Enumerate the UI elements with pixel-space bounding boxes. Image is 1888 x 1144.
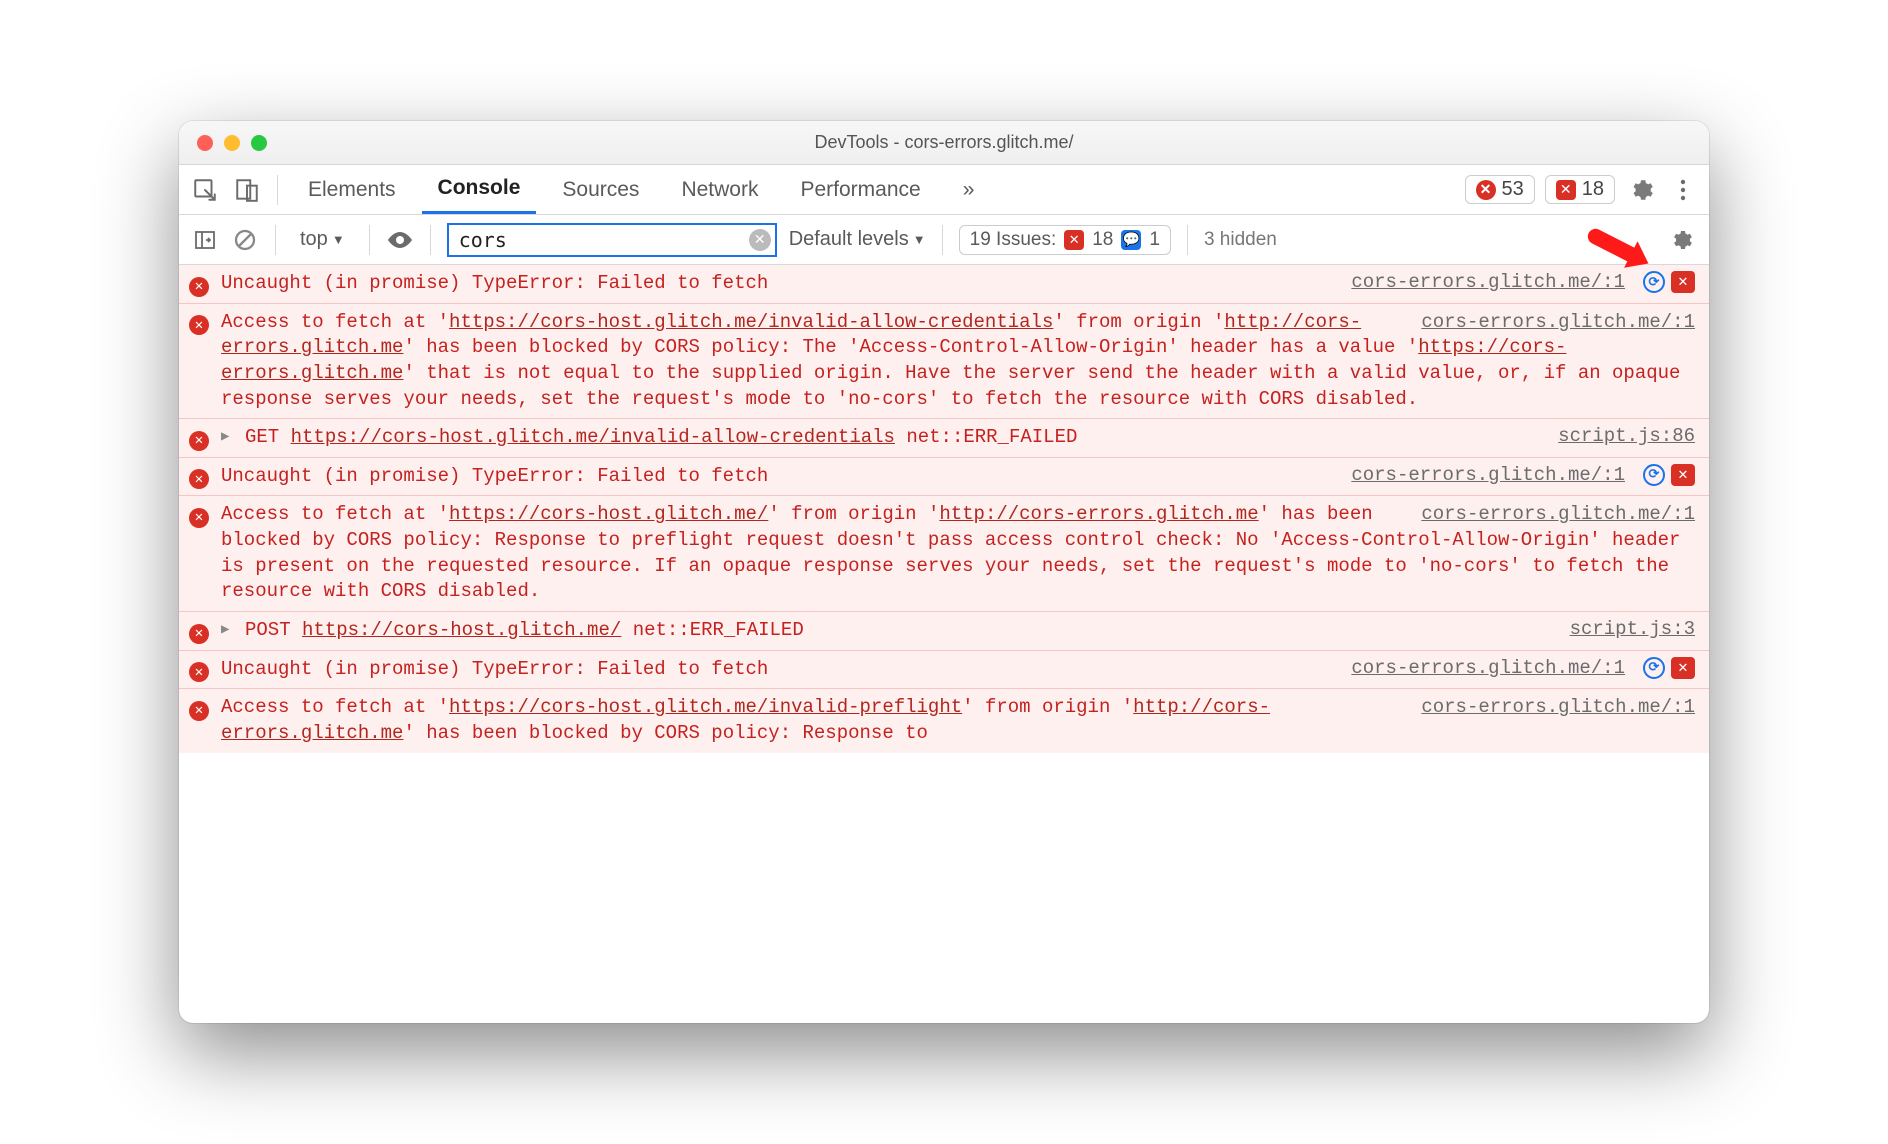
clear-filter-icon[interactable]: ✕ [749,229,771,251]
issues-count: 18 [1582,178,1604,201]
levels-label: Default levels [789,228,909,251]
main-toolbar: Elements Console Sources Network Perform… [179,165,1709,215]
source-link[interactable]: cors-errors.glitch.me/:1 [1421,310,1695,336]
console-row[interactable]: ✕ ▶ GET https://cors-host.glitch.me/inva… [179,419,1709,458]
error-icon: ✕ [189,428,211,451]
console-message: Uncaught (in promise) TypeError: Failed … [221,464,1325,490]
window-close-button[interactable] [197,135,213,151]
console-output: ✕ Uncaught (in promise) TypeError: Faile… [179,265,1709,1023]
window-minimize-button[interactable] [224,135,240,151]
issue-error-icon: ✕ [1064,230,1084,250]
tab-performance[interactable]: Performance [784,165,936,214]
separator [942,225,943,255]
dropdown-caret-icon: ▼ [332,232,345,247]
source-link[interactable]: script.js:86 [1558,425,1695,447]
devtools-window: DevTools - cors-errors.glitch.me/ Elemen… [179,121,1709,1023]
error-icon: ✕ [189,698,211,721]
error-icon: ✕ [189,313,211,336]
console-message: POST https://cors-host.glitch.me/ net::E… [245,618,1544,644]
source-link[interactable]: cors-errors.glitch.me/:1 [1351,464,1625,486]
context-label: top [300,228,328,251]
window-title: DevTools - cors-errors.glitch.me/ [179,132,1709,153]
issues-count-badge[interactable]: ✕ 18 [1545,175,1615,204]
tab-sources[interactable]: Sources [546,165,655,214]
console-row[interactable]: ✕ cors-errors.glitch.me/:1 Access to fet… [179,689,1709,752]
console-message: cors-errors.glitch.me/:1 Access to fetch… [221,310,1695,413]
filter-wrap: ✕ [447,223,777,257]
issues-errors-count: 18 [1092,229,1113,251]
expand-caret-icon[interactable]: ▶ [221,621,235,638]
console-settings-gear-icon[interactable] [1665,224,1697,256]
error-icon: ✕ [189,467,211,490]
window-maximize-button[interactable] [251,135,267,151]
log-levels-selector[interactable]: Default levels ▼ [789,228,926,251]
console-row[interactable]: ✕ cors-errors.glitch.me/:1 Access to fet… [179,304,1709,420]
tab-elements[interactable]: Elements [292,165,412,214]
error-count: 53 [1502,178,1524,201]
device-toggle-icon[interactable] [231,174,263,206]
kebab-menu-icon[interactable] [1667,174,1699,206]
separator [277,175,278,205]
more-tabs-button[interactable]: » [947,165,991,214]
live-expression-eye-icon[interactable] [386,226,414,254]
issue-link-icon[interactable]: ✕ [1671,271,1695,293]
console-message: Uncaught (in promise) TypeError: Failed … [221,271,1325,297]
error-count-badge[interactable]: ✕ 53 [1465,175,1535,204]
issue-icon: ✕ [1556,180,1576,200]
context-selector[interactable]: top ▼ [292,228,353,251]
error-icon: ✕ [1476,180,1496,200]
source-link[interactable]: cors-errors.glitch.me/:1 [1351,657,1625,679]
filter-input[interactable] [447,223,777,257]
separator [1187,225,1188,255]
console-row[interactable]: ✕ cors-errors.glitch.me/:1 Access to fet… [179,496,1709,612]
settings-gear-icon[interactable] [1625,174,1657,206]
console-row[interactable]: ✕ Uncaught (in promise) TypeError: Faile… [179,265,1709,304]
tab-network[interactable]: Network [665,165,774,214]
source-link[interactable]: cors-errors.glitch.me/:1 [1351,271,1625,293]
console-row[interactable]: ✕ Uncaught (in promise) TypeError: Faile… [179,651,1709,690]
issues-summary[interactable]: 19 Issues: ✕ 18 💬 1 [959,225,1171,255]
inspect-element-icon[interactable] [189,174,221,206]
error-icon: ✕ [189,505,211,528]
expand-caret-icon[interactable]: ▶ [221,428,235,445]
replay-xhr-icon[interactable]: ⟳ [1643,271,1665,293]
issue-link-icon[interactable]: ✕ [1671,464,1695,486]
separator [430,225,431,255]
console-message: cors-errors.glitch.me/:1 Access to fetch… [221,502,1695,605]
error-icon: ✕ [189,621,211,644]
clear-console-icon[interactable] [231,226,259,254]
traffic-lights [197,135,267,151]
issue-link-icon[interactable]: ✕ [1671,657,1695,679]
source-link[interactable]: cors-errors.glitch.me/:1 [1421,695,1695,721]
error-icon: ✕ [189,274,211,297]
console-toolbar: top ▼ ✕ Default levels ▼ 19 Issues: ✕ 18… [179,215,1709,265]
issue-info-icon: 💬 [1121,230,1141,250]
console-message: GET https://cors-host.glitch.me/invalid-… [245,425,1532,451]
replay-xhr-icon[interactable]: ⟳ [1643,464,1665,486]
sidebar-toggle-icon[interactable] [191,226,219,254]
console-message: cors-errors.glitch.me/:1 Access to fetch… [221,695,1695,746]
console-message: Uncaught (in promise) TypeError: Failed … [221,657,1325,683]
console-row[interactable]: ✕ ▶ POST https://cors-host.glitch.me/ ne… [179,612,1709,651]
separator [369,225,370,255]
hidden-messages-label[interactable]: 3 hidden [1204,229,1277,251]
issues-info-count: 1 [1149,229,1160,251]
replay-xhr-icon[interactable]: ⟳ [1643,657,1665,679]
dropdown-caret-icon: ▼ [913,232,926,247]
separator [275,225,276,255]
source-link[interactable]: script.js:3 [1570,618,1695,640]
console-row[interactable]: ✕ Uncaught (in promise) TypeError: Faile… [179,458,1709,497]
issues-label: 19 Issues: [970,229,1057,251]
titlebar: DevTools - cors-errors.glitch.me/ [179,121,1709,165]
source-link[interactable]: cors-errors.glitch.me/:1 [1421,502,1695,528]
tab-console[interactable]: Console [422,165,537,214]
error-icon: ✕ [189,660,211,683]
